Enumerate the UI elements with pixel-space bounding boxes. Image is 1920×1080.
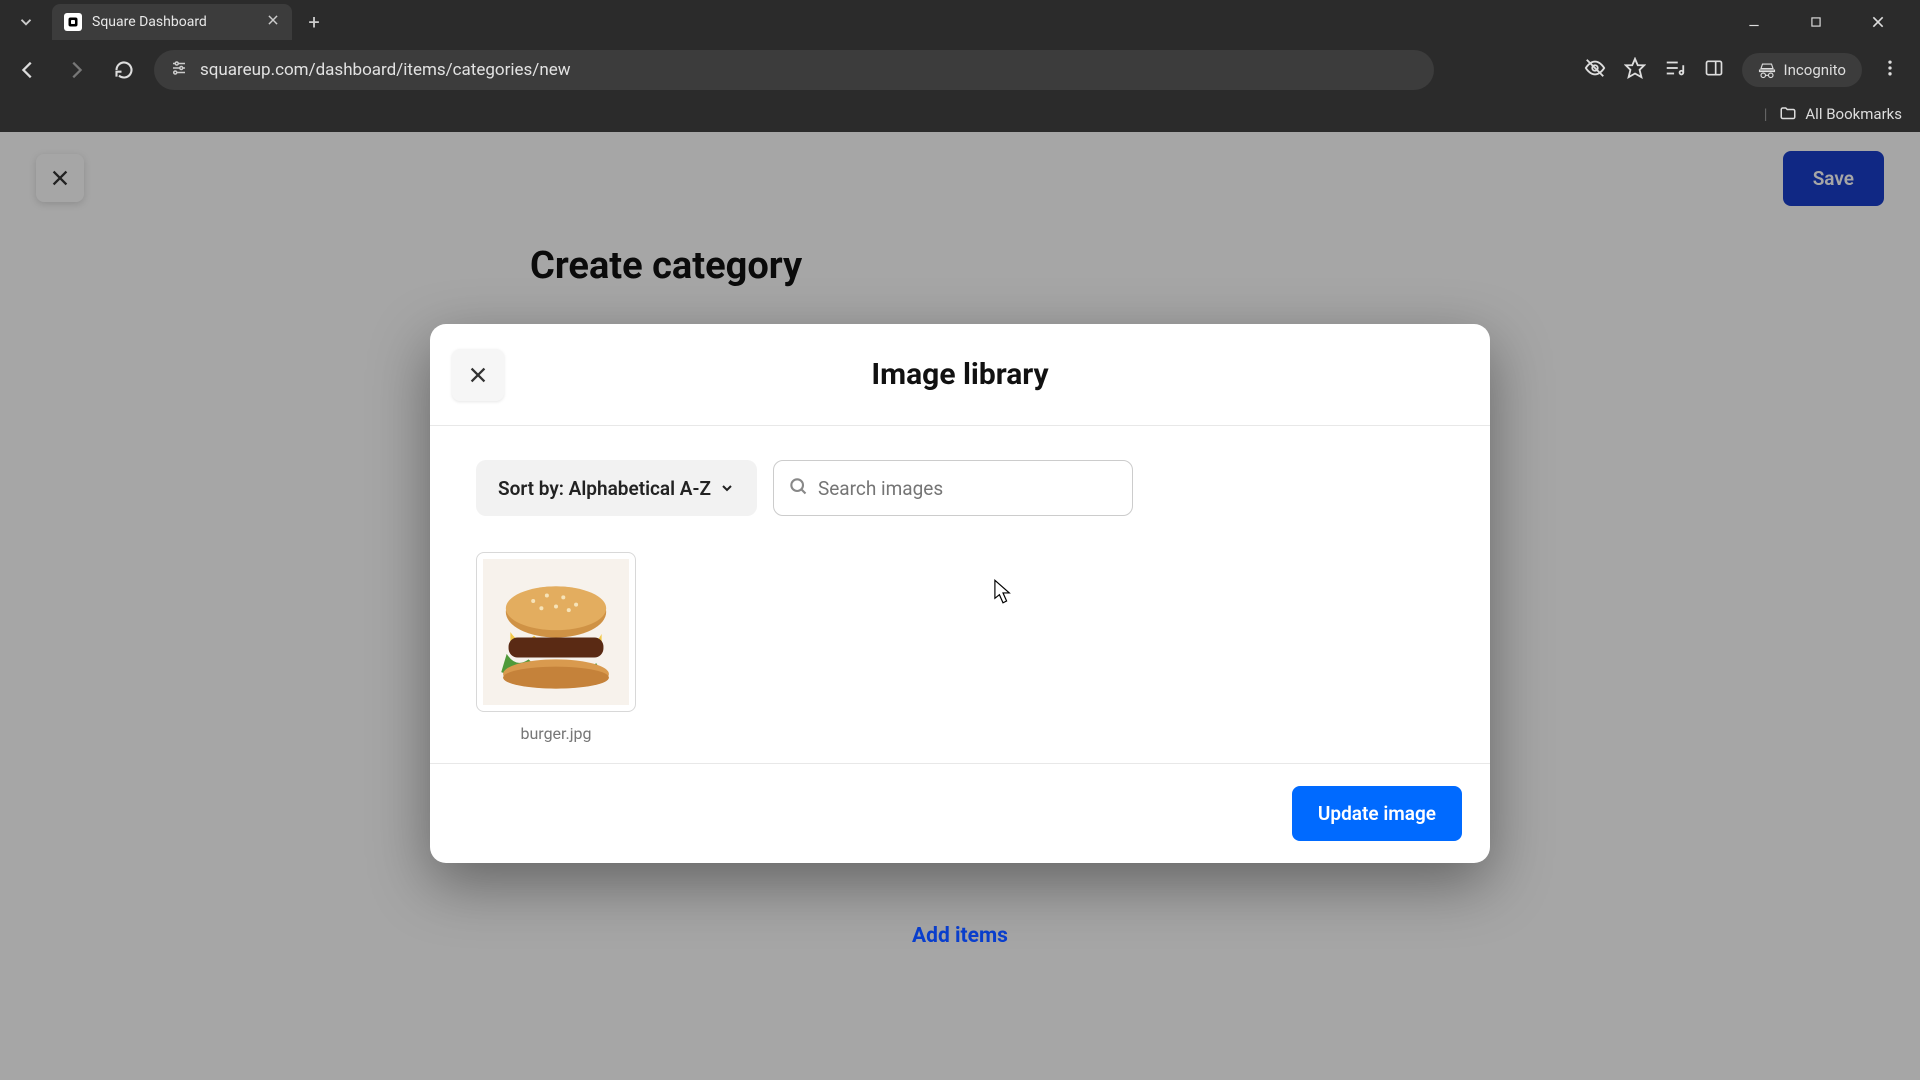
incognito-label: Incognito: [1784, 61, 1846, 79]
image-thumb: burger.jpg: [476, 552, 636, 743]
url-text: squareup.com/dashboard/items/categories/…: [200, 60, 571, 80]
image-grid: burger.jpg: [476, 552, 1444, 743]
incognito-badge[interactable]: Incognito: [1742, 53, 1862, 87]
browser-tab-active[interactable]: Square Dashboard: [52, 4, 292, 40]
add-items-link[interactable]: Add items: [912, 924, 1008, 948]
tab-close-icon[interactable]: [266, 13, 280, 31]
new-tab-button[interactable]: +: [300, 8, 328, 36]
page-content: Save Create category Add items Image lib…: [0, 132, 1920, 1080]
search-icon: [788, 476, 808, 500]
site-settings-icon[interactable]: [170, 59, 188, 82]
image-thumbnail[interactable]: [476, 552, 636, 712]
eye-off-icon[interactable]: [1584, 57, 1606, 83]
all-bookmarks-label: All Bookmarks: [1805, 105, 1902, 123]
tab-list-dropdown[interactable]: [8, 4, 44, 40]
url-bar[interactable]: squareup.com/dashboard/items/categories/…: [154, 50, 1434, 90]
search-input[interactable]: [818, 477, 1118, 500]
window-close-icon[interactable]: [1856, 6, 1900, 38]
all-bookmarks-button[interactable]: All Bookmarks: [1779, 105, 1902, 123]
bookmarks-bar: | All Bookmarks: [0, 96, 1920, 132]
window-maximize-icon[interactable]: [1794, 6, 1838, 38]
window-controls: [1732, 6, 1912, 38]
modal-title: Image library: [871, 357, 1048, 392]
address-bar: squareup.com/dashboard/items/categories/…: [0, 44, 1920, 96]
burger-image: [483, 559, 629, 705]
window-minimize-icon[interactable]: [1732, 6, 1776, 38]
modal-controls-row: Sort by: Alphabetical A-Z: [476, 460, 1444, 516]
image-filename: burger.jpg: [476, 724, 636, 743]
playlist-icon[interactable]: [1664, 57, 1686, 83]
search-field-wrapper[interactable]: [773, 460, 1133, 516]
sort-dropdown[interactable]: Sort by: Alphabetical A-Z: [476, 460, 757, 516]
modal-close-button[interactable]: [452, 349, 504, 401]
nav-reload-button[interactable]: [106, 52, 142, 88]
chevron-down-icon: [719, 480, 735, 496]
modal-body: Sort by: Alphabetical A-Z: [430, 426, 1490, 763]
toolbar-right-icons: Incognito: [1584, 53, 1910, 87]
sidepanel-icon[interactable]: [1704, 58, 1724, 82]
square-favicon: [64, 13, 82, 31]
tab-title: Square Dashboard: [92, 14, 256, 30]
modal-header: Image library: [430, 324, 1490, 426]
tab-bar: Square Dashboard +: [0, 0, 1920, 44]
sort-label: Sort by: Alphabetical A-Z: [498, 477, 711, 500]
nav-back-button[interactable]: [10, 52, 46, 88]
image-library-modal: Image library Sort by: Alphabetical A-Z: [430, 324, 1490, 863]
modal-footer: Update image: [430, 763, 1490, 863]
browser-chrome: Square Dashboard + squareup.com/dashboar…: [0, 0, 1920, 132]
browser-menu-icon[interactable]: [1880, 58, 1900, 82]
bookmark-star-icon[interactable]: [1624, 57, 1646, 83]
update-image-button[interactable]: Update image: [1292, 786, 1462, 841]
nav-forward-button[interactable]: [58, 52, 94, 88]
